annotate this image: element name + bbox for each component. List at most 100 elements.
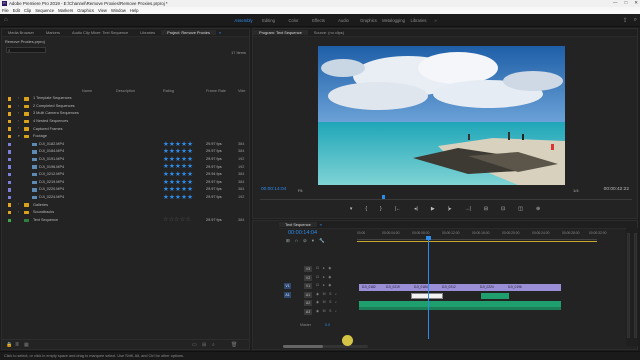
zoom-level-select[interactable]: Fit	[298, 188, 302, 193]
disclosure-triangle-icon[interactable]: ›	[18, 111, 19, 115]
video-clip[interactable]: DJI_0212	[439, 284, 477, 291]
timeline-ruler[interactable]: 00:00 00:00:04:00 00:00:08:00 00:00:12:0…	[357, 231, 606, 241]
maximize-button[interactable]: □	[625, 0, 628, 6]
project-item-row[interactable]: DJI_0196.MP4 ★★★★★ 29.97 fps 192	[2, 163, 249, 171]
new-bin-icon[interactable]: ▭	[192, 342, 197, 348]
go-to-in-button[interactable]: |←	[395, 206, 401, 212]
step-back-button[interactable]: ◂|	[414, 206, 418, 212]
disclosure-triangle-icon[interactable]: ›	[18, 96, 19, 100]
tab-markers[interactable]: Markers	[40, 30, 66, 35]
project-item-row[interactable]: › 2 Completed Sequences	[2, 103, 249, 111]
go-to-out-button[interactable]: →|	[465, 206, 471, 212]
add-marker-button[interactable]: ▾	[350, 206, 353, 212]
snap-icon[interactable]: ∩	[295, 238, 298, 244]
project-item-row[interactable]: ▾ Footage	[2, 133, 249, 141]
icon-view-icon[interactable]: ▦	[24, 342, 29, 348]
menu-markers[interactable]: Markers	[58, 8, 73, 13]
project-item-row[interactable]: Text Sequence ☆☆☆☆☆ 29.97 fps 384	[2, 217, 249, 225]
track-a2[interactable]: A2 ◉ M S ♪	[280, 299, 363, 308]
video-clip[interactable]: DJI_0196	[505, 284, 561, 291]
project-item-row[interactable]: › 1 Template Sequences	[2, 95, 249, 103]
tab-program-monitor[interactable]: Program: Text Sequence	[253, 30, 308, 35]
workspace-overflow-icon[interactable]: »	[431, 18, 440, 23]
playback-resolution-select[interactable]: 1/4	[573, 188, 579, 193]
disclosure-triangle-icon[interactable]: ›	[18, 202, 19, 206]
menu-view[interactable]: View	[98, 8, 107, 13]
project-item-row[interactable]: › 4 Nested Sequences	[2, 118, 249, 126]
disclosure-triangle-icon[interactable]: ›	[18, 126, 19, 130]
play-button[interactable]: ▶	[431, 206, 435, 212]
project-item-row[interactable]: › Captured Frames	[2, 125, 249, 133]
rating-stars[interactable]: ★★★★★	[163, 194, 193, 201]
column-description[interactable]: Description	[116, 89, 135, 93]
work-area-bar[interactable]	[357, 241, 597, 242]
column-name[interactable]: Name	[82, 89, 92, 93]
project-item-row[interactable]: DJI_0184.MP4 ★★★★★ 29.97 fps 384	[2, 148, 249, 156]
disclosure-triangle-icon[interactable]: ›	[18, 210, 19, 214]
nest-icon[interactable]: ⊞	[286, 238, 290, 244]
track-a1[interactable]: A1 A1 ◉ M S ♪	[280, 291, 363, 300]
project-item-row[interactable]: DJI_0220.MP4 ★★★★★ 29.97 fps 384	[2, 186, 249, 194]
mark-in-button[interactable]: {	[365, 206, 367, 212]
timeline-timecode[interactable]: 00:00:14:04	[288, 230, 317, 236]
workspace-effects[interactable]: Effects	[306, 18, 331, 23]
track-v1[interactable]: V1 V1 ⊡ ● ◉	[280, 282, 363, 291]
project-item-row[interactable]: › 3 Multi Camera Sequences	[2, 110, 249, 118]
audio-clip[interactable]	[481, 293, 509, 299]
settings-icon[interactable]: 🔧	[319, 238, 325, 244]
workspace-graphics[interactable]: Graphics	[356, 18, 381, 23]
project-item-row[interactable]: › Soundtracks	[2, 209, 249, 217]
video-clip[interactable]: DJI_0219	[383, 284, 411, 291]
project-item-row[interactable]: DJI_0182.MP4 ★★★★★ 29.97 fps 384	[2, 141, 249, 149]
panel-menu-icon[interactable]: ≡	[216, 30, 224, 35]
find-icon[interactable]: ⌕	[212, 342, 215, 348]
lock-icon[interactable]: 🔒	[6, 342, 12, 348]
menu-window[interactable]: Window	[111, 8, 126, 13]
tab-source-monitor[interactable]: Source: (no clips)	[308, 30, 350, 35]
minimize-button[interactable]: —	[613, 0, 618, 6]
project-item-row[interactable]: DJI_0212.MP4 ★★★★★ 29.94 fps 384	[2, 171, 249, 179]
menu-file[interactable]: File	[2, 8, 9, 13]
timeline-menu-icon[interactable]: ≡	[317, 222, 325, 227]
timeline-scrollbar[interactable]	[283, 345, 368, 348]
button-editor-button[interactable]: ⊕	[536, 206, 540, 212]
disclosure-triangle-icon[interactable]: ›	[18, 119, 19, 123]
disclosure-triangle-icon[interactable]: ›	[18, 104, 19, 108]
rating-stars[interactable]: ★★★★★	[163, 171, 193, 178]
column-frame-rate[interactable]: Frame Rate	[206, 89, 226, 93]
program-playhead[interactable]	[382, 195, 385, 199]
tab-audio-clip-mixer[interactable]: Audio Clip Mixer: Text Sequence	[66, 30, 134, 35]
rating-stars[interactable]: ★★★★★	[163, 179, 193, 186]
rating-stars[interactable]: ★★★★★	[163, 163, 193, 170]
workspace-libraries[interactable]: Libraries	[406, 18, 431, 23]
search-icon[interactable]: ⌕	[634, 17, 637, 24]
video-clip[interactable]: DJI_0184	[411, 284, 439, 291]
menu-graphics[interactable]: Graphics	[77, 8, 94, 13]
workspace-color[interactable]: Color	[281, 18, 306, 23]
project-item-row[interactable]: DJI_0191.MP4 ★★★★★ 29.97 fps 192	[2, 156, 249, 164]
quick-export-icon[interactable]: ⇪	[623, 17, 628, 24]
close-button[interactable]: ✕	[634, 0, 638, 6]
track-v2[interactable]: V2 ⊡ ● ◉	[280, 274, 363, 283]
rating-stars[interactable]: ★★★★★	[163, 156, 193, 163]
home-icon[interactable]: ⌂	[4, 17, 10, 23]
tab-sequence[interactable]: Text Sequence	[279, 222, 317, 227]
video-clip[interactable]: DJI_0224	[477, 284, 505, 291]
source-patch-a1[interactable]: A1	[284, 291, 291, 298]
lift-button[interactable]: ⊟	[484, 206, 488, 212]
project-item-row[interactable]: DJI_0224.MP4 ★★★★★ 29.97 fps 192	[2, 194, 249, 202]
menu-clip[interactable]: Clip	[24, 8, 31, 13]
column-video[interactable]: Vide	[238, 89, 246, 93]
list-view-icon[interactable]: ≣	[15, 342, 19, 348]
master-volume-value[interactable]: 0.0	[325, 323, 330, 327]
export-frame-button[interactable]: ◫	[518, 206, 523, 212]
linked-selection-icon[interactable]: ⊘	[303, 238, 307, 244]
menu-edit[interactable]: Edit	[13, 8, 20, 13]
selected-audio-clip[interactable]	[411, 293, 443, 299]
tab-media-browser[interactable]: Media Browser	[2, 30, 40, 35]
new-item-icon[interactable]: ⊞	[202, 342, 206, 348]
disclosure-triangle-icon[interactable]: ▾	[18, 134, 20, 138]
audio-clip[interactable]	[359, 307, 561, 310]
menu-help[interactable]: Help	[130, 8, 139, 13]
program-video-frame[interactable]	[318, 46, 565, 185]
